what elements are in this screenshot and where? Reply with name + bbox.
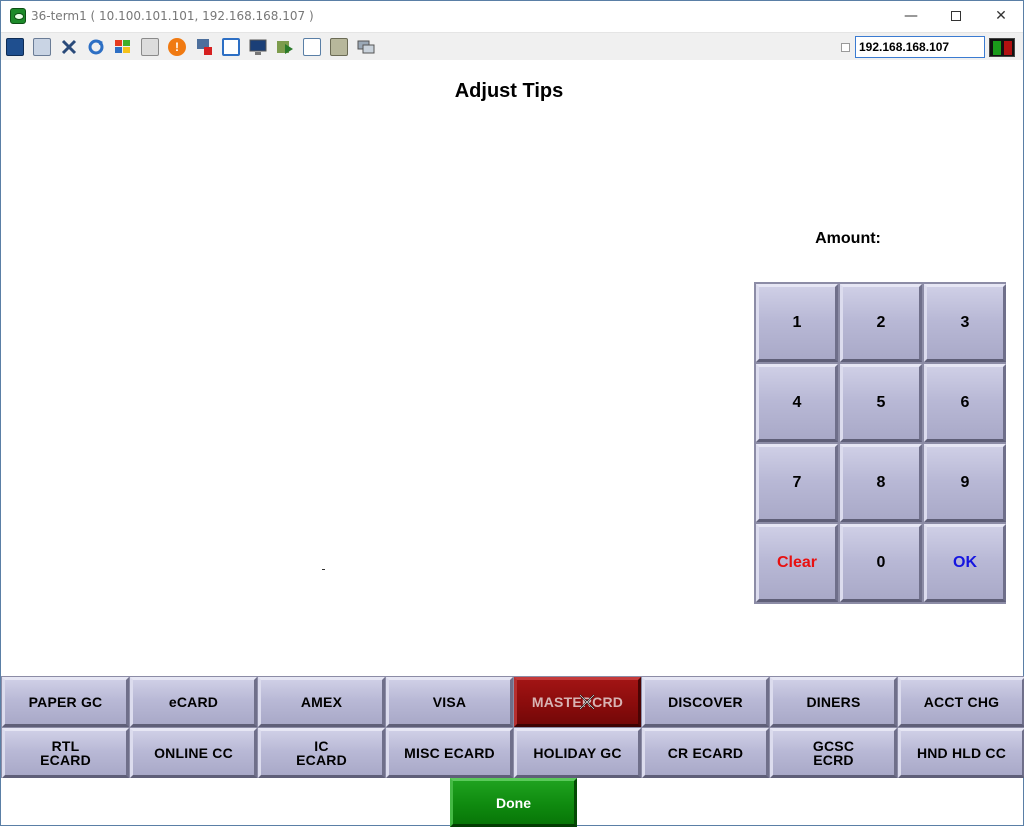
tender-buttons-grid: PAPER GC eCARD AMEX VISA MASTERCRD DISCOVER DI… (1, 676, 1024, 778)
alert-icon[interactable]: ! (168, 38, 186, 56)
tender-hnd-hld-cc-button[interactable]: HND HLD CC (898, 728, 1024, 778)
key-2[interactable]: 2 (840, 284, 922, 362)
tender-discover-button[interactable]: DISCOVER (642, 677, 769, 727)
tender-misc-ecard-button[interactable]: MISC ECARD (386, 728, 513, 778)
connection-status-icon (989, 38, 1015, 57)
tools-icon[interactable] (60, 38, 78, 56)
flag-icon[interactable] (114, 38, 132, 56)
chat-icon[interactable] (357, 38, 375, 56)
maximize-button[interactable] (933, 1, 979, 31)
tender-ic-ecard-button[interactable]: IC ECARD (258, 728, 385, 778)
keyboard-icon[interactable] (141, 38, 159, 56)
toolbar: ! 192.168.168.107 (1, 32, 1023, 60)
amount-label: Amount: (815, 230, 881, 247)
tender-visa-button[interactable]: VISA (386, 677, 513, 727)
download-icon[interactable] (276, 38, 294, 56)
minimize-button[interactable]: — (888, 1, 934, 31)
key-3[interactable]: 3 (924, 284, 1006, 362)
ok-button[interactable]: OK (924, 524, 1006, 602)
tender-mastercrd-button[interactable]: MASTERCRD (514, 677, 641, 727)
tender-ecard-button[interactable]: eCARD (130, 677, 257, 727)
key-7[interactable]: 7 (756, 444, 838, 522)
application-window: 36-term1 ( 10.100.101.101, 192.168.168.1… (0, 0, 1024, 827)
maximize-icon (951, 11, 961, 21)
key-4[interactable]: 4 (756, 364, 838, 442)
refresh-icon[interactable] (87, 38, 105, 56)
key-1[interactable]: 1 (756, 284, 838, 362)
done-button[interactable]: Done (450, 778, 577, 827)
document-icon[interactable] (303, 38, 321, 56)
tender-amex-button[interactable]: AMEX (258, 677, 385, 727)
key-0[interactable]: 0 (840, 524, 922, 602)
key-9[interactable]: 9 (924, 444, 1006, 522)
key-5[interactable]: 5 (840, 364, 922, 442)
monitor-icon[interactable] (6, 38, 24, 56)
tender-online-cc-button[interactable]: ONLINE CC (130, 728, 257, 778)
ip-address-field[interactable]: 192.168.168.107 (855, 36, 985, 58)
key-6[interactable]: 6 (924, 364, 1006, 442)
key-8[interactable]: 8 (840, 444, 922, 522)
divider-mark (322, 569, 325, 570)
close-button[interactable]: ✕ (978, 1, 1024, 31)
window-title: 36-term1 ( 10.100.101.101, 192.168.168.1… (31, 9, 314, 23)
tender-holiday-gc-button[interactable]: HOLIDAY GC (514, 728, 641, 778)
tender-diners-button[interactable]: DINERS (770, 677, 897, 727)
app-eye-icon (10, 8, 26, 24)
tender-paper-gc-button[interactable]: PAPER GC (2, 677, 129, 727)
display-icon[interactable] (249, 38, 267, 56)
tender-acct-chg-button[interactable]: ACCT CHG (898, 677, 1024, 727)
page-title: Adjust Tips (454, 80, 564, 102)
numeric-keypad: 1 2 3 4 5 6 7 8 9 Clear 0 OK (754, 282, 1006, 604)
map-icon[interactable] (330, 38, 348, 56)
windows-icon[interactable] (33, 38, 51, 56)
title-bar: 36-term1 ( 10.100.101.101, 192.168.168.1… (1, 1, 1023, 32)
disconnect-icon[interactable] (195, 38, 213, 56)
ip-checkbox[interactable] (841, 43, 850, 52)
clear-button[interactable]: Clear (756, 524, 838, 602)
fullscreen-icon[interactable] (222, 38, 240, 56)
tender-gcsc-ecrd-button[interactable]: GCSC ECRD (770, 728, 897, 778)
tender-cr-ecard-button[interactable]: CR ECARD (642, 728, 769, 778)
tender-rtl-ecard-button[interactable]: RTL ECARD (2, 728, 129, 778)
